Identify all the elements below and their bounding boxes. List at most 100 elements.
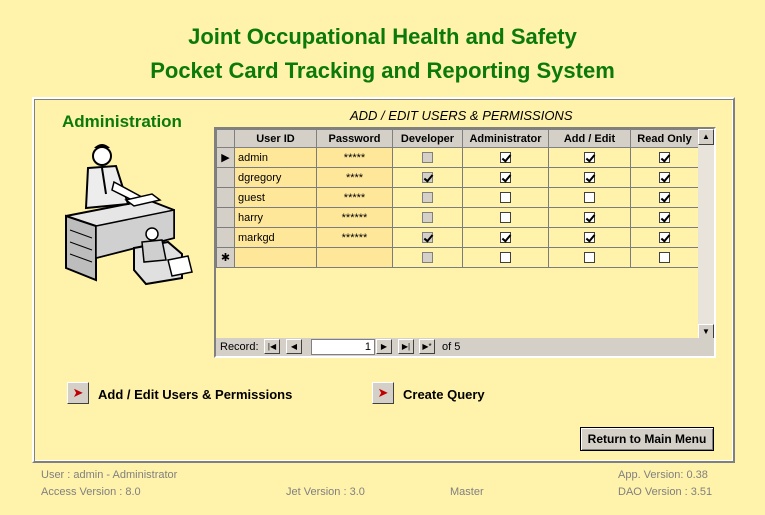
administrator-checkbox[interactable] [500,212,511,224]
record-number-input[interactable]: 1 [311,339,375,355]
developer-checkbox[interactable] [422,172,433,184]
table-row[interactable]: ▶ admin ***** [216,147,699,168]
cell-password[interactable]: **** [316,167,393,188]
developer-checkbox[interactable] [422,192,433,204]
cell-user-id-new[interactable] [234,247,317,268]
col-add-edit[interactable]: Add / Edit [548,129,631,148]
current-record-icon[interactable]: ▶ [216,147,235,168]
create-query-label: Create Query [403,387,485,402]
users-datasheet[interactable]: User ID Password Developer Administrator… [214,127,716,358]
add-edit-checkbox[interactable] [584,192,595,204]
scroll-up-icon[interactable]: ▲ [698,129,714,145]
footer-master: Master [450,486,484,498]
add-edit-checkbox[interactable] [584,252,595,264]
cell-administrator [462,167,549,188]
col-user-id[interactable]: User ID [234,129,317,148]
footer-jet-version: Jet Version : 3.0 [286,486,365,498]
office-worker-clipart [65,144,193,286]
record-count: of 5 [442,341,461,353]
new-record-icon[interactable]: ▶* [419,339,435,354]
record-selector[interactable] [216,167,235,188]
table-row[interactable]: dgregory **** [216,167,699,188]
cell-user-id[interactable]: dgregory [234,167,317,188]
administrator-checkbox[interactable] [500,252,511,264]
cell-read-only [630,147,699,168]
grid-title: ADD / EDIT USERS & PERMISSIONS [350,108,573,123]
prev-record-icon[interactable]: ◀ [286,339,302,354]
developer-checkbox[interactable] [422,212,433,224]
create-query-button[interactable]: ➤ [372,382,394,404]
cell-developer [392,207,463,228]
administrator-checkbox[interactable] [500,172,511,184]
record-label: Record: [220,341,259,353]
developer-checkbox[interactable] [422,252,433,264]
administrator-checkbox[interactable] [500,152,511,164]
red-arrow-icon: ➤ [72,385,84,400]
footer-app-version: App. Version: 0.38 [618,469,708,481]
developer-checkbox[interactable] [422,152,433,164]
cell-read-only [630,207,699,228]
first-record-icon[interactable]: |◀ [264,339,280,354]
section-label: Administration [62,112,182,131]
read-only-checkbox[interactable] [659,212,670,224]
read-only-checkbox[interactable] [659,192,670,204]
vertical-scrollbar[interactable]: ▲ ▼ [698,129,714,340]
add-edit-users-label: Add / Edit Users & Permissions [98,387,293,402]
cell-user-id[interactable]: admin [234,147,317,168]
cell-add-edit [548,187,631,208]
administrator-checkbox[interactable] [500,192,511,204]
cell-password-new[interactable] [316,247,393,268]
cell-add-edit [548,147,631,168]
read-only-checkbox[interactable] [659,252,670,264]
cell-developer [392,167,463,188]
cell-user-id[interactable]: markgd [234,227,317,248]
add-edit-checkbox[interactable] [584,152,595,164]
developer-checkbox[interactable] [422,232,433,244]
cell-user-id[interactable]: guest [234,187,317,208]
cell-add-edit [548,207,631,228]
cell-read-only [630,227,699,248]
cell-read-only [630,187,699,208]
red-arrow-icon: ➤ [377,385,389,400]
col-administrator[interactable]: Administrator [462,129,549,148]
record-selector[interactable] [216,207,235,228]
table-row[interactable]: markgd ****** [216,227,699,248]
add-edit-checkbox[interactable] [584,172,595,184]
cell-user-id[interactable]: harry [234,207,317,228]
next-record-icon[interactable]: ▶ [376,339,392,354]
users-table: User ID Password Developer Administrator… [216,129,699,268]
return-main-menu-button[interactable]: Return to Main Menu [580,427,714,451]
app-title-line2: Pocket Card Tracking and Reporting Syste… [150,58,615,83]
administrator-checkbox[interactable] [500,232,511,244]
col-read-only[interactable]: Read Only [630,129,699,148]
last-record-icon[interactable]: ▶| [398,339,414,354]
cell-developer [392,187,463,208]
read-only-checkbox[interactable] [659,152,670,164]
add-edit-users-button[interactable]: ➤ [67,382,89,404]
new-record-row[interactable]: ✱ [216,247,699,268]
cell-password[interactable]: ***** [316,147,393,168]
cell-add-edit [548,227,631,248]
footer-dao-version: DAO Version : 3.51 [618,486,713,498]
read-only-checkbox[interactable] [659,172,670,184]
table-row[interactable]: guest ***** [216,187,699,208]
header-row: User ID Password Developer Administrator… [216,129,699,148]
add-edit-checkbox[interactable] [584,232,595,244]
add-edit-checkbox[interactable] [584,212,595,224]
cell-add-edit [548,167,631,188]
read-only-checkbox[interactable] [659,232,670,244]
cell-administrator [462,207,549,228]
cell-password[interactable]: ****** [316,227,393,248]
cell-administrator [462,147,549,168]
cell-administrator [462,227,549,248]
cell-developer-new [392,247,463,268]
record-selector[interactable] [216,187,235,208]
cell-password[interactable]: ***** [316,187,393,208]
cell-read-only-new [630,247,699,268]
record-selector[interactable] [216,227,235,248]
cell-password[interactable]: ****** [316,207,393,228]
col-developer[interactable]: Developer [392,129,463,148]
col-password[interactable]: Password [316,129,393,148]
table-row[interactable]: harry ****** [216,207,699,228]
cell-add-edit-new [548,247,631,268]
